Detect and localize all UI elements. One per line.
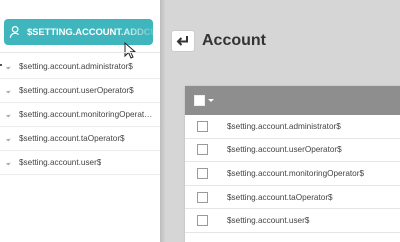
tree-item-monitoring-operator[interactable]: $setting.account.monitoringOperator$	[0, 103, 160, 127]
row-label: $setting.account.monitoringOperator$	[227, 168, 364, 178]
tree-item-user-operator[interactable]: $setting.account.userOperator$	[0, 79, 160, 103]
sidebar-shadow	[160, 0, 166, 242]
row-label: $setting.account.userOperator$	[227, 145, 342, 155]
tree-item-label: $setting.account.administrator$	[19, 62, 133, 71]
table-row[interactable]: $setting.account.user$	[185, 209, 400, 233]
table-header	[185, 86, 400, 115]
page-header: Account	[172, 24, 266, 58]
add-user-icon	[9, 25, 20, 38]
page-title: Account	[202, 32, 266, 49]
back-button[interactable]	[172, 31, 194, 51]
tree-item-label: $setting.account.userOperator$	[19, 86, 134, 95]
back-arrow-icon	[176, 36, 188, 46]
add-custom-operator-label: $SETTING.ACCOUNT.ADDCUSTOMOPERATOR$	[27, 26, 153, 38]
select-all-checkbox[interactable]	[194, 95, 205, 106]
tree-item-label: $setting.account.monitoringOperator$	[19, 110, 155, 119]
row-checkbox[interactable]	[197, 191, 208, 203]
row-label: $setting.account.taOperator$	[227, 192, 333, 202]
tree-item-ta-operator[interactable]: $setting.account.taOperator$	[0, 127, 160, 151]
expand-triangle-icon[interactable]	[6, 136, 11, 142]
table-row[interactable]: $setting.account.taOperator$	[185, 186, 400, 210]
expand-triangle-icon[interactable]	[6, 64, 11, 70]
tree-item-label: $setting.account.taOperator$	[19, 134, 125, 143]
account-tree: $setting.account.administrator$ $setting…	[0, 55, 160, 175]
divider	[0, 52, 160, 53]
expand-triangle-icon[interactable]	[6, 160, 11, 166]
table-row[interactable]: $setting.account.monitoringOperator$	[185, 162, 400, 186]
sidebar: $SETTING.ACCOUNT.ADDCUSTOMOPERATOR$ $set…	[0, 0, 160, 242]
expand-triangle-icon[interactable]	[6, 112, 11, 118]
row-checkbox[interactable]	[197, 120, 208, 132]
table-row[interactable]: $setting.account.administrator$	[185, 115, 400, 139]
account-table: $setting.account.administrator$ $setting…	[185, 86, 400, 242]
tree-item-user[interactable]: $setting.account.user$	[0, 151, 160, 175]
row-label: $setting.account.user$	[227, 216, 310, 226]
row-label: $setting.account.administrator$	[227, 121, 341, 131]
tree-item-administrator[interactable]: $setting.account.administrator$	[0, 55, 160, 79]
expand-triangle-icon[interactable]	[6, 88, 11, 94]
row-checkbox[interactable]	[197, 167, 208, 179]
row-checkbox[interactable]	[197, 215, 208, 227]
table-row[interactable]: $setting.account.userOperator$	[185, 139, 400, 163]
select-menu-caret-icon[interactable]	[208, 99, 214, 102]
tree-item-label: $setting.account.user$	[19, 158, 102, 167]
row-checkbox[interactable]	[197, 144, 208, 156]
